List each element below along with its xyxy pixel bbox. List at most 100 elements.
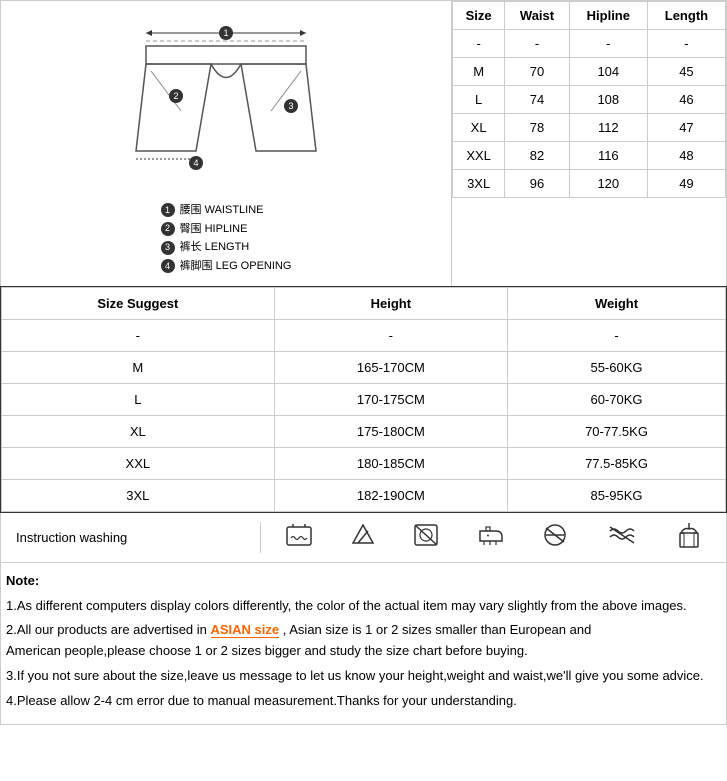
table-cell: 116 — [569, 142, 647, 170]
table-cell: 104 — [569, 58, 647, 86]
diagram-area: 1 2 3 4 1 腰围 WAISTLINE 2 臀围 HIPLINE — [1, 1, 451, 286]
table-row: XXL180-185CM77.5-85KG — [2, 447, 726, 479]
table-cell: 60-70KG — [508, 383, 726, 415]
table-row: XXL8211648 — [453, 142, 726, 170]
col-weight: Weight — [508, 287, 726, 319]
washing-row: Instruction washing — [0, 513, 727, 563]
table-cell: XXL — [2, 447, 275, 479]
no-bleach-icon — [351, 523, 375, 552]
table-row: L170-175CM60-70KG — [2, 383, 726, 415]
col-hipline: Hipline — [569, 2, 647, 30]
table-cell: 55-60KG — [508, 351, 726, 383]
table-cell: 70 — [505, 58, 569, 86]
note-1: 1.As different computers display colors … — [6, 596, 721, 617]
note-4: 4.Please allow 2-4 cm error due to manua… — [6, 691, 721, 712]
table-cell: - — [453, 30, 505, 58]
table-cell: - — [274, 319, 507, 351]
legend-item-4: 4 裤脚围 LEG OPENING — [161, 257, 292, 276]
svg-text:1: 1 — [223, 28, 228, 38]
table-row: M7010445 — [453, 58, 726, 86]
table-cell: - — [2, 319, 275, 351]
table-row: 3XL182-190CM85-95KG — [2, 479, 726, 511]
col-size: Size — [453, 2, 505, 30]
note-title: Note: — [6, 571, 721, 592]
table-cell: 108 — [569, 86, 647, 114]
table-cell: - — [508, 319, 726, 351]
table-row: XL175-180CM70-77.5KG — [2, 415, 726, 447]
legend-label-1: 腰围 WAISTLINE — [180, 201, 264, 220]
col-length: Length — [647, 2, 725, 30]
table-cell: 70-77.5KG — [508, 415, 726, 447]
legend-num-2: 2 — [161, 222, 175, 236]
table-cell: 46 — [647, 86, 725, 114]
table-cell: M — [453, 58, 505, 86]
no-wring-icon — [606, 523, 638, 552]
legend-item-3: 3 裤长 LENGTH — [161, 238, 292, 257]
table-cell: - — [647, 30, 725, 58]
asian-size-highlight: ASIAN size — [211, 622, 280, 638]
legend-item-1: 1 腰围 WAISTLINE — [161, 201, 292, 220]
table-cell: - — [505, 30, 569, 58]
table-cell: 180-185CM — [274, 447, 507, 479]
table-cell: 82 — [505, 142, 569, 170]
table-row: --- — [2, 319, 726, 351]
top-section: 1 2 3 4 1 腰围 WAISTLINE 2 臀围 HIPLINE — [0, 0, 727, 286]
svg-text:3: 3 — [288, 101, 293, 111]
diagram-legend: 1 腰围 WAISTLINE 2 臀围 HIPLINE 3 裤长 LENGTH … — [161, 201, 292, 276]
note-3: 3.If you not sure about the size,leave u… — [6, 666, 721, 687]
table-cell: M — [2, 351, 275, 383]
suggest-section: Size Suggest Height Weight ---M165-170CM… — [0, 286, 727, 513]
no-tumble-dry-icon — [413, 523, 439, 552]
table-cell: 48 — [647, 142, 725, 170]
suggest-table: Size Suggest Height Weight ---M165-170CM… — [1, 287, 726, 512]
table-cell: 112 — [569, 114, 647, 142]
svg-text:2: 2 — [173, 91, 178, 101]
table-cell: XL — [2, 415, 275, 447]
table-cell: 45 — [647, 58, 725, 86]
iron-icon: • — [476, 523, 504, 552]
notes-section: Note: 1.As different computers display c… — [0, 563, 727, 725]
size-table-header-row: Size Waist Hipline Length — [453, 2, 726, 30]
table-cell: L — [2, 383, 275, 415]
shorts-diagram: 1 2 3 4 — [116, 11, 336, 191]
table-cell: 78 — [505, 114, 569, 142]
legend-num-3: 3 — [161, 241, 175, 255]
table-cell: L — [453, 86, 505, 114]
hang-dry-icon — [676, 521, 702, 554]
legend-num-1: 1 — [161, 203, 175, 217]
wash-basin-icon — [285, 523, 313, 552]
size-measurement-table-area: Size Waist Hipline Length ----M7010445L7… — [451, 1, 726, 286]
suggest-header-row: Size Suggest Height Weight — [2, 287, 726, 319]
table-row: ---- — [453, 30, 726, 58]
washing-label: Instruction washing — [1, 522, 261, 553]
table-cell: 47 — [647, 114, 725, 142]
table-cell: XL — [453, 114, 505, 142]
svg-text:4: 4 — [193, 158, 198, 168]
table-cell: - — [569, 30, 647, 58]
table-cell: 175-180CM — [274, 415, 507, 447]
legend-label-4: 裤脚围 LEG OPENING — [180, 257, 292, 276]
table-cell: 3XL — [2, 479, 275, 511]
col-waist: Waist — [505, 2, 569, 30]
legend-label-3: 裤长 LENGTH — [180, 238, 250, 257]
svg-text:•: • — [487, 533, 490, 540]
table-cell: 49 — [647, 170, 725, 198]
legend-num-4: 4 — [161, 259, 175, 273]
col-height: Height — [274, 287, 507, 319]
table-row: L7410846 — [453, 86, 726, 114]
table-cell: 120 — [569, 170, 647, 198]
col-size-suggest: Size Suggest — [2, 287, 275, 319]
table-row: M165-170CM55-60KG — [2, 351, 726, 383]
no-dryclean-icon — [542, 523, 568, 552]
size-measurement-table: Size Waist Hipline Length ----M7010445L7… — [452, 1, 726, 198]
legend-label-2: 臀围 HIPLINE — [180, 220, 248, 239]
washing-icons: • — [261, 513, 726, 562]
note-2: 2.All our products are advertised in ASI… — [6, 620, 721, 662]
table-cell: 3XL — [453, 170, 505, 198]
table-cell: 170-175CM — [274, 383, 507, 415]
table-cell: XXL — [453, 142, 505, 170]
table-row: 3XL9612049 — [453, 170, 726, 198]
table-row: XL7811247 — [453, 114, 726, 142]
table-cell: 182-190CM — [274, 479, 507, 511]
legend-item-2: 2 臀围 HIPLINE — [161, 220, 292, 239]
